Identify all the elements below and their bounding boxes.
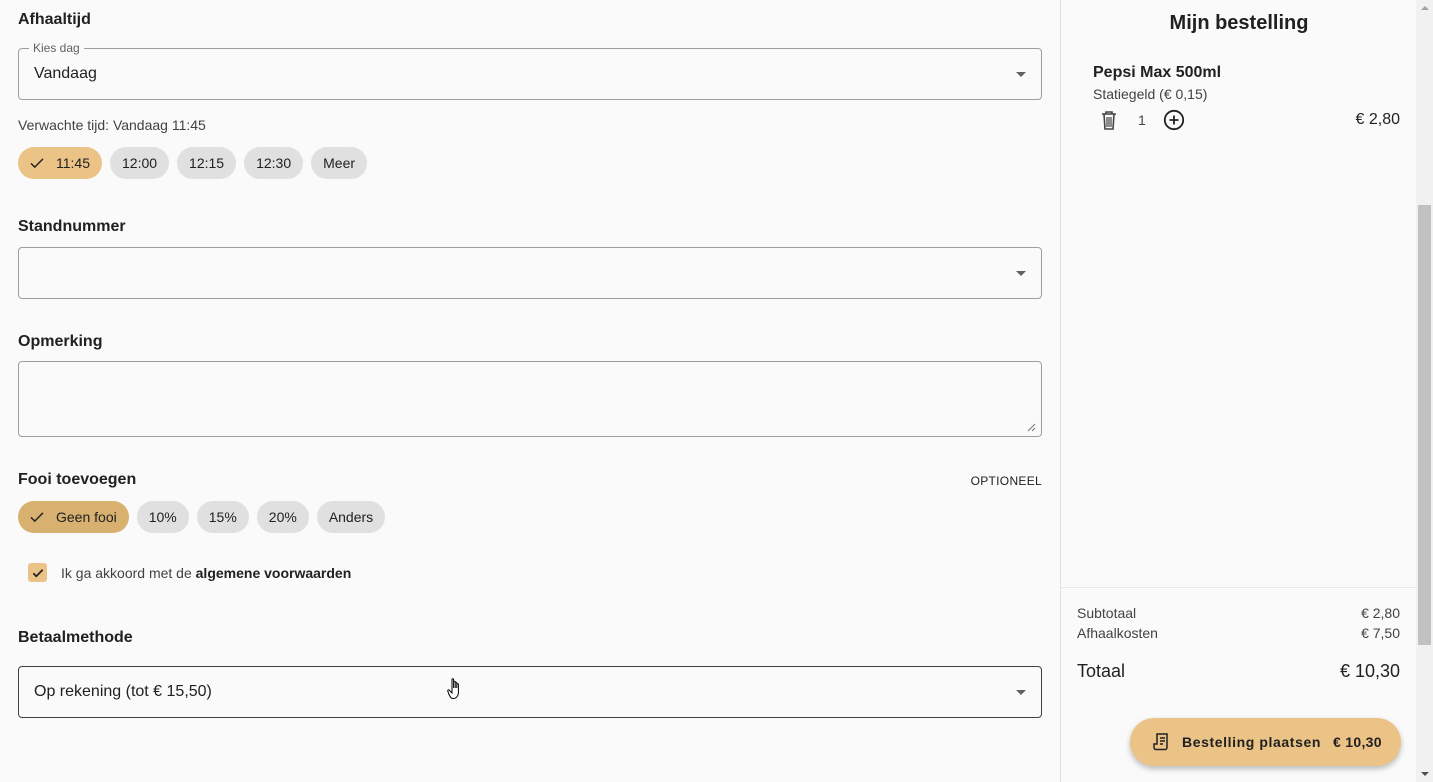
time-chip[interactable]: 12:30 <box>244 147 304 179</box>
day-select-value: Vandaag <box>34 65 97 82</box>
quantity-controls: 1 <box>1099 109 1185 131</box>
total-row: Totaal € 10,30 <box>1077 661 1400 682</box>
time-chip[interactable]: 12:00 <box>110 147 170 179</box>
time-chip[interactable]: 12:15 <box>177 147 237 179</box>
tip-chip-other[interactable]: Anders <box>316 501 386 533</box>
time-chip-label: 11:45 <box>56 155 90 171</box>
time-chip-label: Meer <box>323 155 356 171</box>
order-summary-panel: Mijn bestelling Pepsi Max 500ml Statiege… <box>1060 0 1417 782</box>
item-quantity: 1 <box>1138 112 1146 128</box>
payment-method-select[interactable]: Op rekening (tot € 15,50) <box>18 666 1042 718</box>
dropdown-caret-icon <box>1016 72 1026 77</box>
pickup-section-title: Afhaaltijd <box>18 11 91 28</box>
scroll-down-icon[interactable] <box>1421 772 1429 776</box>
time-chip-label: 12:30 <box>256 155 292 171</box>
order-item-name: Pepsi Max 500ml <box>1093 64 1222 81</box>
terms-link[interactable]: algemene voorwaarden <box>196 565 352 581</box>
time-chip-group: 11:45 12:00 12:15 12:30 Meer <box>18 147 368 179</box>
tip-chip-label: 15% <box>208 509 237 525</box>
time-chip-label: 12:00 <box>122 155 158 171</box>
terms-row: Ik ga akkoord met de algemene voorwaarde… <box>28 563 351 582</box>
receipt-icon <box>1153 733 1168 751</box>
scrollbar[interactable] <box>1416 0 1433 782</box>
hand-cursor-icon <box>447 678 459 700</box>
day-select[interactable]: Kies dag Vandaag <box>18 41 1042 100</box>
tip-chip-label: Geen fooi <box>56 509 117 525</box>
stand-number-select[interactable] <box>18 247 1042 299</box>
pickup-cost-value: € 7,50 <box>1361 625 1400 641</box>
time-chip-selected[interactable]: 11:45 <box>18 147 102 179</box>
stand-section-title: Standnummer <box>18 218 126 235</box>
expected-time-text: Verwachte tijd: Vandaag 11:45 <box>18 117 206 133</box>
tip-chip[interactable]: 15% <box>196 501 249 533</box>
check-icon <box>32 568 43 577</box>
tip-chip[interactable]: 20% <box>256 501 309 533</box>
remark-textarea[interactable] <box>18 361 1042 437</box>
tip-chip[interactable]: 10% <box>136 501 189 533</box>
order-item-deposit: Statiegeld (€ 0,15) <box>1093 86 1208 102</box>
resize-handle-icon[interactable] <box>1026 422 1036 432</box>
day-select-label: Kies dag <box>29 41 84 55</box>
place-order-button[interactable]: Bestelling plaatsen € 10,30 <box>1130 718 1401 766</box>
tip-chip-selected[interactable]: Geen fooi <box>18 501 129 533</box>
order-title: Mijn bestelling <box>1169 12 1309 34</box>
pickup-cost-row: Afhaalkosten € 7,50 <box>1077 625 1400 641</box>
tip-optional-label: OPTIONEEL <box>970 474 1042 488</box>
totals-divider <box>1061 587 1417 588</box>
tip-section-title: Fooi toevoegen <box>18 471 137 488</box>
check-icon <box>30 512 44 523</box>
pickup-cost-label: Afhaalkosten <box>1077 625 1158 641</box>
tip-chip-label: 10% <box>148 509 177 525</box>
subtotal-row: Subtotaal € 2,80 <box>1077 605 1400 621</box>
dropdown-caret-icon <box>1016 271 1026 276</box>
tip-chip-label: Anders <box>328 509 374 525</box>
place-order-label: Bestelling plaatsen <box>1182 734 1321 750</box>
payment-section-title: Betaalmethode <box>18 629 133 646</box>
remark-section-title: Opmerking <box>18 333 103 350</box>
trash-icon[interactable] <box>1099 109 1119 131</box>
subtotal-label: Subtotaal <box>1077 605 1137 621</box>
order-item-price: € 2,80 <box>1355 111 1400 128</box>
total-value: € 10,30 <box>1339 661 1400 681</box>
scroll-thumb[interactable] <box>1418 205 1431 645</box>
payment-method-value: Op rekening (tot € 15,50) <box>34 683 212 700</box>
dropdown-caret-icon <box>1016 690 1026 695</box>
place-order-price: € 10,30 <box>1333 734 1382 750</box>
plus-circle-icon[interactable] <box>1163 109 1185 131</box>
time-chip-label: 12:15 <box>189 155 225 171</box>
total-label: Totaal <box>1077 661 1126 681</box>
tip-chip-group: Geen fooi 10% 15% 20% Anders <box>18 501 386 533</box>
time-chip-more[interactable]: Meer <box>311 147 368 179</box>
checkout-form: Afhaaltijd Kies dag Vandaag Verwachte ti… <box>0 0 1060 782</box>
tip-chip-label: 20% <box>268 509 297 525</box>
subtotal-value: € 2,80 <box>1361 605 1400 621</box>
terms-checkbox[interactable] <box>28 563 47 582</box>
terms-text: Ik ga akkoord met de <box>61 564 192 581</box>
check-icon <box>30 158 44 169</box>
checkout-page: Afhaaltijd Kies dag Vandaag Verwachte ti… <box>0 0 1433 782</box>
terms-label: Ik ga akkoord met de algemene voorwaarde… <box>61 565 351 581</box>
scroll-up-icon[interactable] <box>1421 6 1429 10</box>
